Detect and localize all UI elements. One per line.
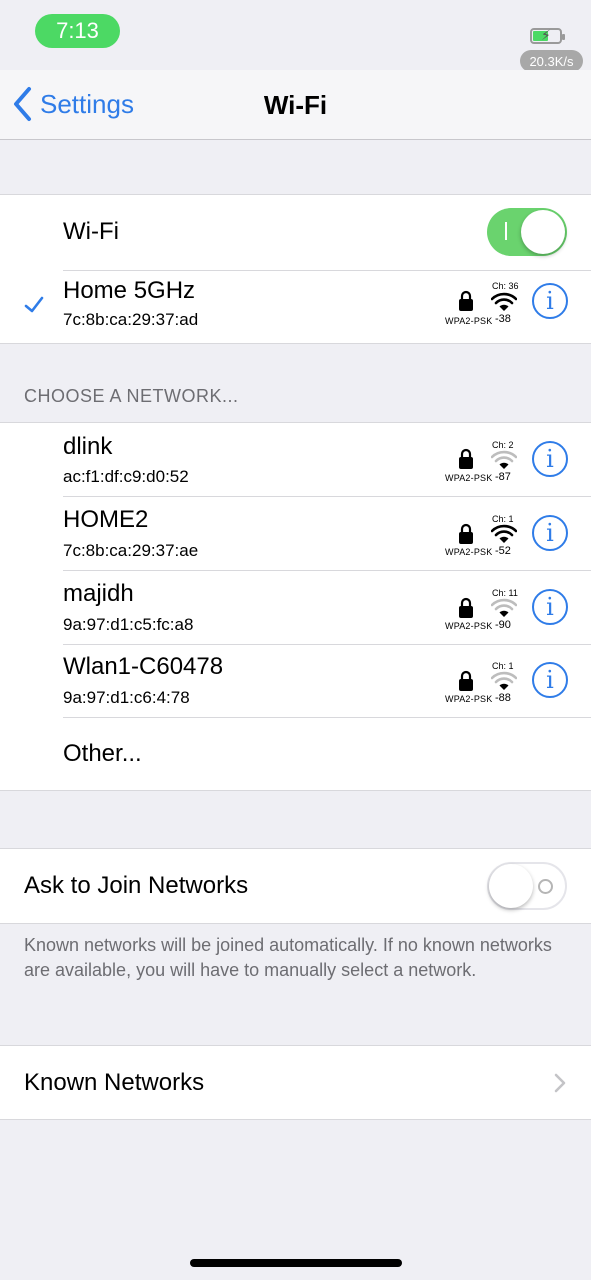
info-button[interactable]: i bbox=[532, 589, 568, 625]
channel-label: Ch: 2 bbox=[492, 440, 514, 450]
known-networks-label: Known Networks bbox=[24, 1069, 205, 1096]
security-label: WPA2-PSK bbox=[445, 316, 493, 326]
rssi-label: -90 bbox=[495, 619, 511, 631]
wifi-signal-icon bbox=[491, 292, 517, 311]
rssi-label: -52 bbox=[495, 545, 511, 557]
ask-to-join-group: Ask to Join Networks bbox=[0, 848, 591, 924]
wifi-toggle-label: Wi-Fi bbox=[63, 218, 119, 245]
lock-icon bbox=[459, 597, 473, 618]
ask-to-join-label: Ask to Join Networks bbox=[24, 872, 249, 899]
network-row-wlan1-c60478[interactable]: Wlan1-C60478 9a:97:d1:c6:4:78 WPA2-PSK C… bbox=[0, 645, 591, 717]
info-button[interactable]: i bbox=[532, 515, 568, 551]
connected-network-row[interactable]: Home 5GHz 7c:8b:ca:29:37:ad WPA2-PSK Ch:… bbox=[0, 271, 591, 344]
info-button[interactable]: i bbox=[532, 441, 568, 477]
page-title: Wi-Fi bbox=[263, 90, 328, 120]
network-name: Wlan1-C60478 bbox=[63, 653, 224, 680]
other-network-label: Other... bbox=[63, 740, 142, 767]
security-label: WPA2-PSK bbox=[445, 621, 493, 631]
network-speed-badge: 20.3K/s bbox=[520, 50, 583, 72]
channel-label: Ch: 1 bbox=[492, 661, 514, 671]
security-label: WPA2-PSK bbox=[445, 694, 493, 704]
ask-to-join-footer: Known networks will be joined automatica… bbox=[24, 935, 552, 980]
wifi-signal-icon bbox=[491, 524, 517, 543]
network-mac: 7c:8b:ca:29:37:ae bbox=[63, 541, 199, 560]
network-name: HOME2 bbox=[63, 506, 149, 533]
network-mac: 9a:97:d1:c5:fc:a8 bbox=[63, 615, 194, 634]
lock-icon bbox=[459, 448, 473, 469]
rssi-label: -88 bbox=[495, 692, 511, 704]
channel-label: Ch: 36 bbox=[492, 281, 519, 291]
lock-icon bbox=[459, 670, 473, 691]
section-header: CHOOSE A NETWORK... bbox=[24, 386, 239, 406]
rssi-label: -38 bbox=[495, 313, 511, 325]
network-mac: ac:f1:df:c9:d0:52 bbox=[63, 467, 189, 486]
chevron-right-icon bbox=[554, 1073, 566, 1093]
security-label: WPA2-PSK bbox=[445, 547, 493, 557]
battery-charging-icon: ⚡ bbox=[530, 27, 565, 44]
network-name: dlink bbox=[63, 433, 113, 460]
wifi-signal-weak-icon bbox=[491, 450, 517, 469]
info-button[interactable]: i bbox=[532, 662, 568, 698]
status-time: 7:13 bbox=[35, 14, 120, 48]
wifi-signal-weak-icon bbox=[491, 671, 517, 690]
wifi-signal-weak-icon bbox=[491, 598, 517, 617]
network-list: dlink ac:f1:df:c9:d0:52 WPA2-PSK Ch: 2 -… bbox=[0, 422, 591, 791]
info-button[interactable]: i bbox=[532, 283, 568, 319]
navigation-bar: Settings Wi-Fi bbox=[0, 70, 591, 140]
channel-label: Ch: 11 bbox=[492, 588, 518, 598]
network-name: majidh bbox=[63, 580, 134, 607]
checkmark-icon bbox=[24, 296, 44, 313]
other-network-row[interactable]: Other... bbox=[0, 718, 591, 791]
lock-icon bbox=[459, 523, 473, 544]
wifi-toggle[interactable] bbox=[487, 208, 567, 256]
channel-label: Ch: 1 bbox=[492, 514, 514, 524]
home-indicator[interactable] bbox=[190, 1259, 402, 1267]
network-name: Home 5GHz bbox=[63, 277, 196, 304]
wifi-toggle-row: Wi-Fi bbox=[0, 195, 591, 270]
network-row-dlink[interactable]: dlink ac:f1:df:c9:d0:52 WPA2-PSK Ch: 2 -… bbox=[0, 423, 591, 496]
security-label: WPA2-PSK bbox=[445, 473, 493, 483]
rssi-label: -87 bbox=[495, 471, 511, 483]
network-row-home2[interactable]: HOME2 7c:8b:ca:29:37:ae WPA2-PSK Ch: 1 -… bbox=[0, 497, 591, 570]
network-mac: 9a:97:d1:c6:4:78 bbox=[63, 688, 190, 707]
wifi-group: Wi-Fi Home 5GHz 7c:8b:ca:29:37:ad WPA2-P… bbox=[0, 194, 591, 344]
network-row-majidh[interactable]: majidh 9a:97:d1:c5:fc:a8 WPA2-PSK Ch: 11… bbox=[0, 571, 591, 644]
lock-icon bbox=[459, 290, 473, 311]
network-mac: 7c:8b:ca:29:37:ad bbox=[63, 310, 199, 329]
ask-to-join-toggle[interactable] bbox=[487, 862, 567, 910]
known-networks-row[interactable]: Known Networks bbox=[0, 1045, 591, 1120]
